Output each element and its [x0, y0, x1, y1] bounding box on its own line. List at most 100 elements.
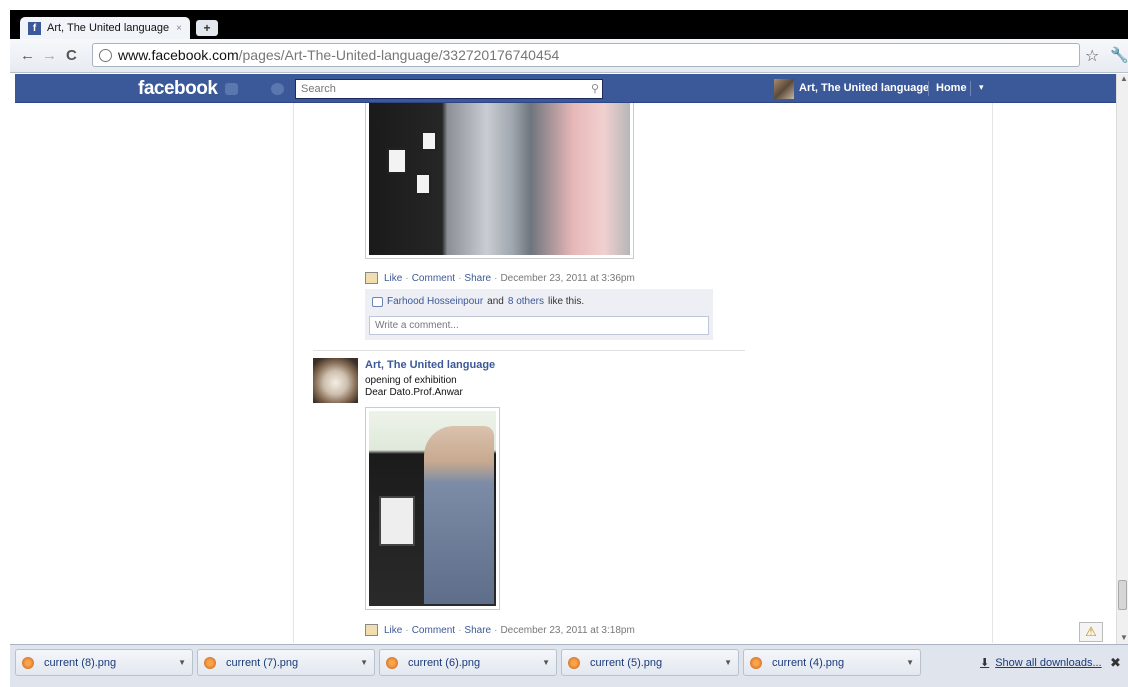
- friend-requests-icon[interactable]: [225, 83, 238, 95]
- separator: ·: [458, 624, 462, 636]
- tab-title: Art, The United language: [47, 22, 170, 34]
- post-photo[interactable]: [365, 103, 634, 259]
- comment-link[interactable]: Comment: [412, 273, 455, 284]
- new-tab-button[interactable]: +: [196, 20, 218, 36]
- likes-box: Farhood Hosseinpour and 8 others like th…: [365, 289, 713, 340]
- share-link[interactable]: Share: [464, 625, 491, 636]
- forward-arrow-icon[interactable]: →: [42, 47, 57, 64]
- download-item[interactable]: current (7).png ▼: [197, 649, 375, 676]
- search-input[interactable]: Search ⚲: [295, 79, 603, 99]
- png-file-icon: [750, 656, 762, 669]
- tab-bar: f Art, The United language × +: [10, 10, 1128, 39]
- account-menu-caret-icon[interactable]: ▾: [979, 82, 984, 93]
- page-info-icon[interactable]: [99, 48, 112, 62]
- separator: ·: [458, 272, 462, 284]
- post-actions: Like · Comment · Share · December 23, 20…: [365, 272, 635, 284]
- warning-icon[interactable]: ⚠: [1079, 622, 1103, 642]
- download-item[interactable]: current (4).png ▼: [743, 649, 921, 676]
- column-border: [293, 103, 294, 643]
- browser-toolbar: ← → C www.facebook.com/pages/Art-The-Uni…: [10, 39, 1128, 73]
- facebook-logo[interactable]: facebook: [138, 78, 218, 100]
- thumbs-up-icon: [372, 296, 383, 307]
- scroll-down-arrow-icon[interactable]: ▼: [1120, 633, 1128, 642]
- window-top-margin: [0, 0, 1128, 10]
- post-author-link[interactable]: Art, The United language: [365, 359, 495, 371]
- search-icon[interactable]: ⚲: [591, 82, 599, 95]
- share-link[interactable]: Share: [464, 273, 491, 284]
- download-menu-caret-icon[interactable]: ▼: [178, 658, 186, 667]
- download-menu-caret-icon[interactable]: ▼: [724, 658, 732, 667]
- post-actions: Like · Comment · Share · December 23, 20…: [365, 624, 635, 636]
- likes-summary: Farhood Hosseinpour and 8 others like th…: [372, 296, 584, 307]
- likes-suffix: like this.: [548, 296, 585, 307]
- close-download-shelf-icon[interactable]: ✖: [1110, 655, 1121, 671]
- download-filename: current (8).png: [44, 656, 117, 669]
- scrollbar-thumb[interactable]: [1118, 580, 1127, 610]
- tab-active[interactable]: f Art, The United language ×: [20, 17, 190, 39]
- artwork-frame: [421, 131, 437, 151]
- url-host: www.facebook.com: [118, 47, 239, 63]
- page-name-link[interactable]: Art, The United language: [799, 82, 929, 94]
- scroll-up-arrow-icon[interactable]: ▲: [1120, 74, 1128, 83]
- tab-close-icon[interactable]: ×: [176, 23, 182, 34]
- like-link[interactable]: Like: [384, 625, 402, 636]
- comment-placeholder: Write a comment...: [375, 320, 459, 331]
- address-bar[interactable]: www.facebook.com/pages/Art-The-United-la…: [92, 43, 1080, 67]
- png-file-icon: [204, 656, 216, 669]
- artwork-frame: [379, 496, 415, 546]
- download-shelf: current (8).png ▼ current (7).png ▼ curr…: [10, 644, 1128, 687]
- facebook-favicon-icon: f: [28, 21, 41, 35]
- post-timestamp[interactable]: December 23, 2011 at 3:18pm: [500, 625, 634, 636]
- comment-link[interactable]: Comment: [412, 625, 455, 636]
- header-divider: [928, 81, 929, 96]
- separator: ·: [494, 624, 498, 636]
- separator: ·: [494, 272, 498, 284]
- download-filename: current (6).png: [408, 656, 481, 669]
- show-all-downloads-label: Show all downloads...: [995, 656, 1102, 669]
- notifications-globe-icon[interactable]: [271, 83, 284, 95]
- header-divider: [970, 81, 971, 96]
- liker-link[interactable]: Farhood Hosseinpour: [387, 296, 483, 307]
- column-border: [992, 103, 993, 643]
- wrench-menu-icon[interactable]: 🔧: [1110, 46, 1128, 64]
- bookmark-star-icon[interactable]: ☆: [1085, 46, 1099, 66]
- exhibition-photo: [369, 103, 630, 255]
- reload-icon[interactable]: C: [66, 47, 77, 64]
- artwork-frame: [387, 148, 407, 174]
- download-menu-caret-icon[interactable]: ▼: [542, 658, 550, 667]
- page-thumbnail[interactable]: [774, 79, 794, 99]
- back-arrow-icon[interactable]: ←: [20, 47, 35, 64]
- others-link[interactable]: 8 others: [508, 296, 544, 307]
- url-path: /pages/Art-The-United-language/332720176…: [238, 47, 560, 63]
- download-item[interactable]: current (6).png ▼: [379, 649, 557, 676]
- search-placeholder: Search: [301, 83, 336, 95]
- png-file-icon: [22, 656, 34, 669]
- download-item[interactable]: current (5).png ▼: [561, 649, 739, 676]
- png-file-icon: [386, 656, 398, 669]
- download-filename: current (5).png: [590, 656, 663, 669]
- like-link[interactable]: Like: [384, 273, 402, 284]
- download-arrow-icon: ⬇: [980, 657, 990, 669]
- show-all-downloads-link[interactable]: ⬇ Show all downloads...: [980, 656, 1102, 670]
- download-filename: current (4).png: [772, 656, 845, 669]
- home-link[interactable]: Home: [936, 82, 967, 94]
- download-filename: current (7).png: [226, 656, 299, 669]
- post-photo[interactable]: [365, 407, 500, 610]
- comment-input[interactable]: Write a comment...: [369, 316, 709, 335]
- post-text: opening of exhibition: [365, 375, 457, 386]
- download-item[interactable]: current (8).png ▼: [15, 649, 193, 676]
- artwork-frame: [415, 173, 431, 195]
- page-avatar[interactable]: [313, 358, 358, 403]
- app-icon: [365, 272, 378, 284]
- post-divider: [313, 350, 745, 351]
- download-menu-caret-icon[interactable]: ▼: [360, 658, 368, 667]
- post-timestamp[interactable]: December 23, 2011 at 3:36pm: [500, 273, 634, 284]
- page-content: Like · Comment · Share · December 23, 20…: [15, 103, 1116, 643]
- separator: ·: [405, 272, 409, 284]
- exhibition-photo: [369, 411, 496, 606]
- likes-and: and: [487, 296, 504, 307]
- facebook-header: facebook Search ⚲ Art, The United langua…: [15, 74, 1116, 103]
- page-scrollbar[interactable]: ▲ ▼: [1116, 74, 1128, 644]
- app-icon: [365, 624, 378, 636]
- download-menu-caret-icon[interactable]: ▼: [906, 658, 914, 667]
